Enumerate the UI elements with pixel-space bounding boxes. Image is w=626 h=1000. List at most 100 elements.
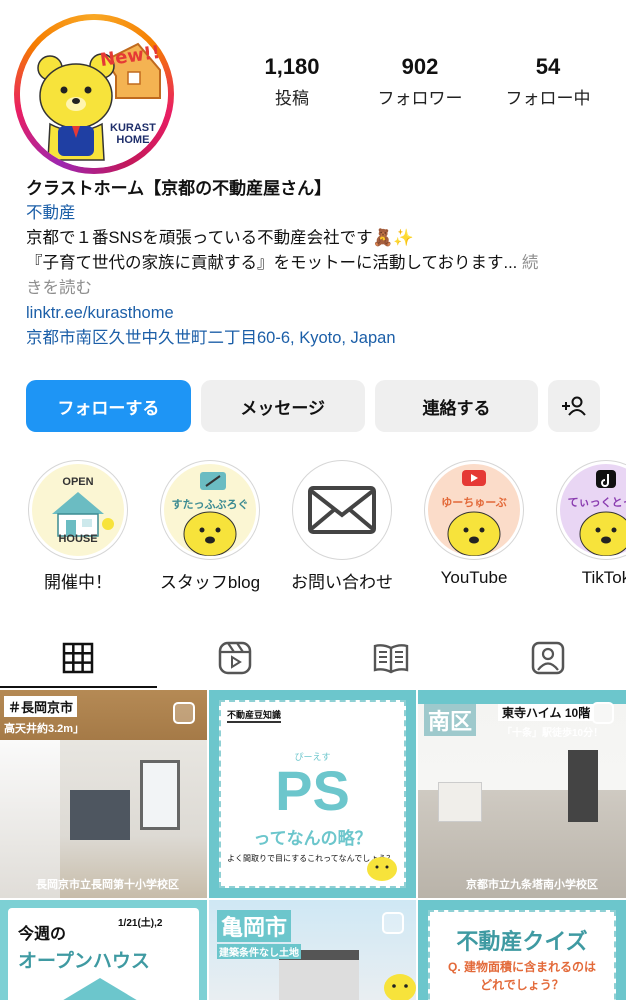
tab-reels[interactable]: [157, 628, 314, 688]
youtube-thumbnail: ゆーちゅーぶ: [428, 464, 520, 556]
post-subtitle: 建築条件なし土地: [217, 944, 301, 959]
stat-following[interactable]: 54 フォロー中: [488, 54, 608, 109]
staff-blog-thumbnail: すたっふぶろぐ: [164, 464, 256, 556]
bio-address-link[interactable]: 京都市南区久世中久世町二丁目60-6, Kyoto, Japan: [26, 326, 606, 351]
add-person-icon: [562, 396, 586, 416]
stat-posts-value: 1,180: [264, 54, 320, 79]
post-thumbnail[interactable]: 不動産クイズ Q. 建物面積に含まれるのは どれでしょう？: [418, 900, 626, 1000]
post-question-line2: どれでしょう？: [480, 978, 564, 992]
highlight-label: YouTube: [440, 568, 508, 587]
posts-grid: ＃長岡京市 高天井約3.2m」 長岡京市立長岡第十小学校区 不動産豆知識 ぴーえ…: [0, 690, 626, 1000]
avatar-brand-line2: HOME: [116, 134, 150, 146]
post-thumbnail[interactable]: 南区 東寺ハイム 10階 「十条」駅徒歩10分！ 京都市立九条塔南小学校区: [418, 690, 626, 898]
post-question: Q. 建物面積に含まれるのは: [447, 960, 596, 974]
select-checkbox[interactable]: [173, 912, 195, 934]
bear-youtube-icon: [447, 470, 501, 556]
select-checkbox[interactable]: [382, 702, 404, 724]
stat-following-value: 54: [535, 54, 561, 79]
profile-actions: フォローする メッセージ 連絡する: [26, 380, 600, 432]
profile-stats: 1,180 投稿 902 フォロワー 54 フォロー中: [232, 54, 608, 109]
bio-website-link[interactable]: linktr.ee/kurasthome: [26, 301, 606, 326]
highlight-youtube[interactable]: ゆーちゅーぶ YouTube: [418, 460, 530, 588]
post-thumbnail[interactable]: 今週の 1/21(土),2 オープンハウス: [0, 900, 207, 1000]
contact-thumbnail: [296, 464, 388, 556]
select-checkbox[interactable]: [173, 702, 195, 724]
bio-line-1: 京都で１番SNSを頑張っている不動産会社です🧸✨: [26, 229, 414, 247]
post-big-text: PS: [275, 759, 350, 822]
avatar-brand-line1: KURAST: [110, 122, 156, 134]
bio-line-2: 『子育て世代の家族に貢献する』をモットーに活動しております... 続: [26, 251, 606, 276]
youtube-caption: ゆーちゅーぶ: [441, 497, 507, 509]
post-title: オープンハウス: [18, 951, 150, 972]
highlight-ring: てぃっくとっく: [556, 460, 626, 560]
envelope-icon: [308, 486, 376, 534]
post-date: 1/21(土),2: [118, 918, 163, 929]
highlight-label: 開催中！: [44, 573, 112, 592]
avatar-brand: KURAST HOME: [110, 122, 156, 146]
bear-tiktok-icon: [579, 470, 626, 556]
book-icon: [374, 644, 409, 674]
highlight-tiktok[interactable]: てぃっくとっく TikTok: [550, 460, 626, 588]
post-footer: 長岡京市立長岡第十小学校区: [36, 879, 179, 891]
open-house-top-text: OPEN: [62, 476, 94, 488]
contact-button[interactable]: 連絡する: [374, 380, 539, 432]
highlight-label: お問い合わせ: [291, 573, 393, 592]
stat-followers-label: フォロワー: [377, 89, 463, 108]
highlight-label: TikTok: [581, 568, 626, 587]
highlight-label: スタッフblog: [159, 573, 261, 592]
tiktok-thumbnail: てぃっくとっく: [560, 464, 626, 556]
post-subtitle: 高天井約3.2m」: [4, 723, 85, 735]
stat-following-label: フォロー中: [505, 89, 591, 108]
highlight-ring: ゆーちゅーぶ: [424, 460, 524, 560]
tab-guides[interactable]: [313, 628, 470, 688]
highlight-ring: [292, 460, 392, 560]
highlight-open-house[interactable]: OPEN HOUSE 開催中！: [22, 460, 134, 593]
reels-icon: [218, 641, 251, 675]
post-area-tag: 亀岡市: [217, 910, 292, 942]
profile-tabs: [0, 628, 626, 688]
highlight-ring: OPEN HOUSE: [28, 460, 128, 560]
bio-more-link[interactable]: きを読む: [26, 276, 606, 301]
post-title: 東寺ハイム 10階: [498, 704, 595, 721]
post-footer: 京都市立九条塔南小学校区: [466, 879, 598, 891]
post-area-tag: ＃長岡京市: [4, 696, 78, 717]
highlight-contact[interactable]: お問い合わせ: [286, 460, 398, 593]
post-subtitle: 「十条」駅徒歩10分！: [502, 728, 604, 739]
highlight-ring: すたっふぶろぐ: [160, 460, 260, 560]
select-checkbox[interactable]: [592, 912, 614, 934]
tab-tagged[interactable]: [470, 628, 626, 688]
profile-bio: クラストホーム【京都の不動産屋さん】 不動産 京都で１番SNSを頑張っている不動…: [26, 176, 606, 351]
stat-followers-value: 902: [401, 54, 439, 79]
open-house-thumbnail: OPEN HOUSE: [32, 464, 124, 556]
select-checkbox[interactable]: [592, 702, 614, 724]
follow-button[interactable]: フォローする: [26, 380, 191, 432]
tiktok-caption: てぃっくとっく: [567, 497, 626, 509]
open-house-bottom-text: HOUSE: [58, 533, 98, 545]
select-checkbox[interactable]: [382, 912, 404, 934]
stat-posts-label: 投稿: [275, 89, 309, 108]
avatar-image: New!! KURAST HOME: [20, 20, 168, 168]
highlight-staff-blog[interactable]: すたっふぶろぐ スタッフblog: [154, 460, 266, 593]
profile-header: New!! KURAST HOME 1,180 投稿 902 フォロワー 54 …: [0, 0, 626, 174]
message-button[interactable]: メッセージ: [200, 380, 365, 432]
post-area-tag: 南区: [424, 704, 477, 736]
post-thumbnail[interactable]: 不動産豆知識 ぴーえす PS ってなんの略？ よく間取りで目にするこれってなんで…: [209, 690, 416, 898]
avatar[interactable]: New!! KURAST HOME: [14, 14, 174, 174]
post-heading: 今週の: [18, 926, 67, 943]
post-thumbnail[interactable]: ＃長岡京市 高天井約3.2m」 長岡京市立長岡第十小学校区: [0, 690, 207, 898]
tagged-person-icon: [531, 641, 564, 675]
suggest-people-button[interactable]: [548, 380, 600, 432]
post-header: 不動産豆知識: [227, 708, 282, 723]
profile-category[interactable]: 不動産: [26, 201, 606, 226]
grid-icon: [63, 642, 94, 674]
stat-followers[interactable]: 902 フォロワー: [360, 54, 480, 109]
bio-more-link-part1[interactable]: 続: [517, 254, 539, 272]
stat-posts[interactable]: 1,180 投稿: [232, 54, 352, 109]
staff-blog-caption: すたっふぶろぐ: [171, 499, 249, 511]
bear-icon: [367, 857, 397, 881]
bio-line-2-text: 『子育て世代の家族に貢献する』をモットーに活動しております...: [26, 254, 518, 272]
bear-icon: [384, 974, 416, 1000]
tab-posts-grid[interactable]: [0, 628, 157, 688]
post-thumbnail[interactable]: 亀岡市 建築条件なし土地: [209, 900, 416, 1000]
post-subtitle: ってなんの略？: [253, 829, 372, 848]
